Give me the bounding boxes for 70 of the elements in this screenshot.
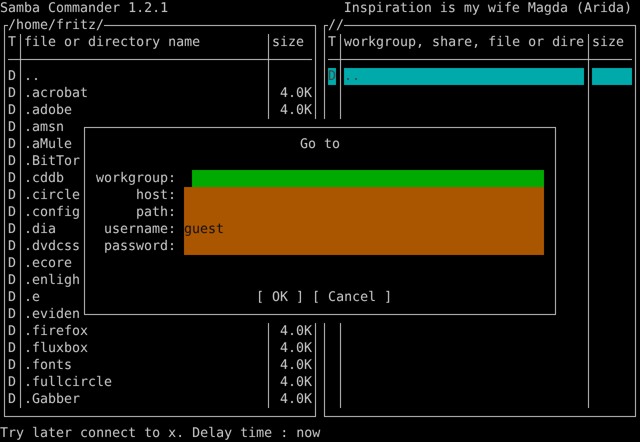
type-cell: D: [8, 221, 16, 238]
column-header: size: [592, 34, 624, 51]
type-cell: D: [8, 340, 16, 357]
input-field[interactable]: guest: [184, 221, 544, 238]
size-cell: 4.0K: [280, 340, 312, 357]
file-name[interactable]: .e: [24, 289, 40, 306]
type-cell: D: [8, 68, 16, 85]
type-cell: D: [8, 374, 16, 391]
column-header: workgroup, share, file or dire: [344, 34, 584, 51]
column-header: T: [328, 34, 336, 51]
file-name[interactable]: .fullcircle: [24, 374, 112, 391]
file-name[interactable]: .config: [24, 204, 80, 221]
type-cell: D: [8, 85, 16, 102]
file-name[interactable]: .ecore: [24, 255, 72, 272]
file-name[interactable]: .firefox: [24, 323, 88, 340]
tagline: Inspiration is my wife Magda (Arida): [344, 0, 632, 17]
size-cell: [592, 68, 632, 85]
size-cell: 4.0K: [280, 102, 312, 119]
file-name[interactable]: .eviden: [24, 306, 80, 323]
file-name[interactable]: .adobe: [24, 102, 72, 119]
type-cell: D: [8, 272, 16, 289]
type-cell: D: [8, 187, 16, 204]
size-cell: 4.0K: [280, 323, 312, 340]
type-cell: D: [8, 102, 16, 119]
type-cell: D: [8, 204, 16, 221]
file-name[interactable]: .dia: [24, 221, 56, 238]
input-field[interactable]: [184, 238, 544, 255]
status-message: Try later connect to x. Delay time : now: [0, 425, 320, 442]
type-cell: D: [328, 68, 336, 85]
column-header: size: [272, 34, 304, 51]
file-name[interactable]: .aMule: [24, 136, 72, 153]
file-name[interactable]: ..: [24, 68, 40, 85]
size-cell: 4.0K: [280, 374, 312, 391]
size-cell: 4.0K: [280, 357, 312, 374]
field-label: workgroup:: [96, 170, 176, 187]
app-title: Samba Commander 1.2.1: [0, 0, 168, 17]
type-cell: D: [8, 306, 16, 323]
type-cell: D: [8, 153, 16, 170]
file-name[interactable]: .fluxbox: [24, 340, 88, 357]
type-cell: D: [8, 357, 16, 374]
column-header: file or directory name: [24, 34, 200, 51]
file-name[interactable]: .acrobat: [24, 85, 88, 102]
dialog-button[interactable]: [ Cancel ]: [312, 289, 392, 306]
file-name[interactable]: .cddb: [24, 170, 64, 187]
type-cell: D: [8, 136, 16, 153]
type-cell: D: [8, 391, 16, 408]
type-cell: D: [8, 255, 16, 272]
field-label: username:: [104, 221, 176, 238]
file-name[interactable]: .amsn: [24, 119, 64, 136]
file-name[interactable]: .dvdcss: [24, 238, 80, 255]
dialog-button[interactable]: [ OK ]: [256, 289, 304, 306]
file-name[interactable]: .fonts: [24, 357, 72, 374]
file-name[interactable]: .Gabber: [24, 391, 80, 408]
type-cell: D: [8, 323, 16, 340]
field-label: password:: [104, 238, 176, 255]
type-cell: D: [8, 170, 16, 187]
size-cell: 4.0K: [280, 85, 312, 102]
input-field[interactable]: [184, 187, 544, 204]
column-header: T: [8, 34, 16, 51]
input-field[interactable]: [192, 170, 544, 187]
dialog-title: Go to: [300, 136, 340, 153]
field-label: host:: [136, 187, 176, 204]
type-cell: D: [8, 289, 16, 306]
size-cell: 4.0K: [280, 391, 312, 408]
field-label: path:: [136, 204, 176, 221]
file-name[interactable]: .enligh: [24, 272, 80, 289]
type-cell: D: [8, 238, 16, 255]
type-cell: D: [8, 119, 16, 136]
file-name[interactable]: .BitTor: [24, 153, 80, 170]
file-name[interactable]: .circle: [24, 187, 80, 204]
